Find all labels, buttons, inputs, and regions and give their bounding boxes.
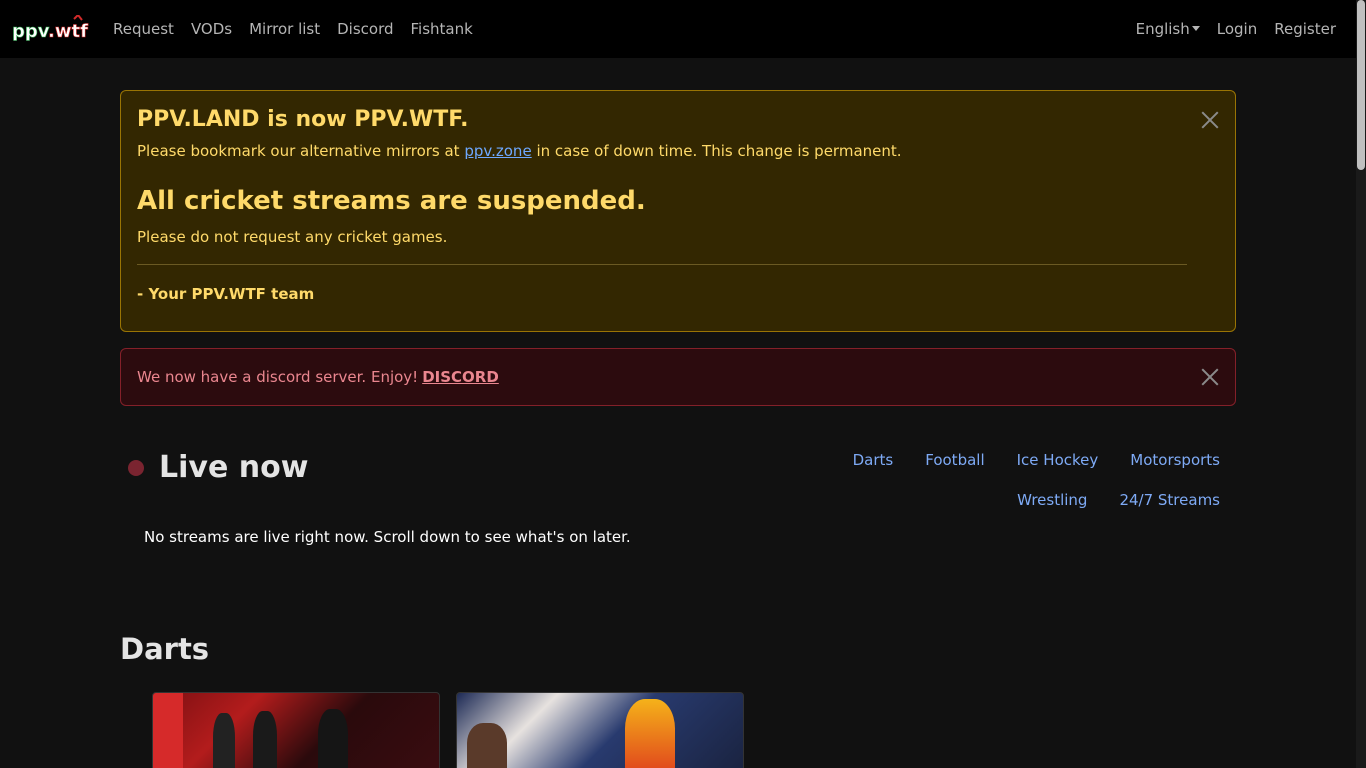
announcement-alert: PPV.LAND is now PPV.WTF. Please bookmark… bbox=[120, 90, 1236, 332]
event-card-thumbnail[interactable] bbox=[152, 692, 440, 768]
discord-alert-link[interactable]: DISCORD bbox=[422, 368, 499, 386]
login-link[interactable]: Login bbox=[1217, 20, 1257, 38]
cricket-notice: Please do not request any cricket games. bbox=[137, 228, 448, 246]
live-now-heading: Live now bbox=[159, 450, 309, 485]
category-motorsports-link[interactable]: Motorsports bbox=[1130, 451, 1220, 469]
category-football-link[interactable]: Football bbox=[925, 451, 984, 469]
nav-fishtank-link[interactable]: Fishtank bbox=[411, 20, 473, 38]
caret-down-icon bbox=[1191, 26, 1200, 31]
nav-vods-link[interactable]: VODs bbox=[191, 20, 232, 38]
close-icon[interactable] bbox=[1201, 368, 1219, 386]
account-nav: English Login Register bbox=[1119, 0, 1356, 58]
team-signature: - Your PPV.WTF team bbox=[137, 285, 315, 303]
discord-alert: We now have a discord server. Enjoy! DIS… bbox=[120, 348, 1236, 406]
player-figure-image bbox=[213, 713, 235, 768]
nav-mirror-list-link[interactable]: Mirror list bbox=[249, 20, 320, 38]
darts-section-heading: Darts bbox=[120, 632, 210, 666]
language-dropdown[interactable]: English bbox=[1136, 20, 1200, 38]
stage-light-image bbox=[153, 693, 183, 768]
close-icon[interactable] bbox=[1201, 111, 1219, 129]
mirror-notice-suffix: in case of down time. This change is per… bbox=[536, 142, 902, 160]
no-live-streams-message: No streams are live right now. Scroll do… bbox=[144, 528, 631, 546]
page-scrollbar[interactable] bbox=[1356, 0, 1366, 768]
site-logo[interactable]: ppv .wtf bbox=[12, 15, 90, 43]
svg-text:ppv: ppv bbox=[12, 21, 50, 42]
language-label: English bbox=[1135, 20, 1190, 38]
nav-request-link[interactable]: Request bbox=[113, 20, 174, 38]
fan-figure-image bbox=[467, 723, 507, 768]
mirror-link[interactable]: ppv.zone bbox=[464, 142, 531, 160]
scrollbar-thumb[interactable] bbox=[1357, 0, 1365, 170]
category-row: Darts Football Ice Hockey Motorsports bbox=[800, 440, 1220, 480]
svg-text:.wtf: .wtf bbox=[48, 21, 88, 42]
register-link[interactable]: Register bbox=[1274, 20, 1336, 38]
category-ice-hockey-link[interactable]: Ice Hockey bbox=[1017, 451, 1099, 469]
top-navbar: ppv .wtf Request VODs Mirror list Discor… bbox=[0, 0, 1356, 58]
announcement-heading: PPV.LAND is now PPV.WTF. bbox=[137, 107, 469, 132]
category-247-streams-link[interactable]: 24/7 Streams bbox=[1119, 491, 1220, 509]
alert-divider bbox=[137, 264, 1187, 265]
category-wrestling-link[interactable]: Wrestling bbox=[1017, 491, 1087, 509]
flame-headpiece-image bbox=[625, 699, 675, 768]
category-row: Wrestling 24/7 Streams bbox=[800, 480, 1220, 520]
category-links: Darts Football Ice Hockey Motorsports Wr… bbox=[800, 440, 1220, 520]
mirror-notice: Please bookmark our alternative mirrors … bbox=[137, 142, 1219, 160]
category-darts-link[interactable]: Darts bbox=[853, 451, 894, 469]
discord-alert-text: We now have a discord server. Enjoy! bbox=[137, 368, 419, 386]
mirror-notice-text: Please bookmark our alternative mirrors … bbox=[137, 142, 460, 160]
cricket-heading: All cricket streams are suspended. bbox=[137, 186, 646, 216]
primary-nav: Request VODs Mirror list Discord Fishtan… bbox=[113, 0, 490, 58]
nav-discord-link[interactable]: Discord bbox=[337, 20, 393, 38]
live-indicator-icon bbox=[128, 460, 144, 476]
player-figure-image bbox=[253, 711, 277, 768]
player-figure-image bbox=[318, 709, 348, 768]
event-card-thumbnail[interactable] bbox=[456, 692, 744, 768]
